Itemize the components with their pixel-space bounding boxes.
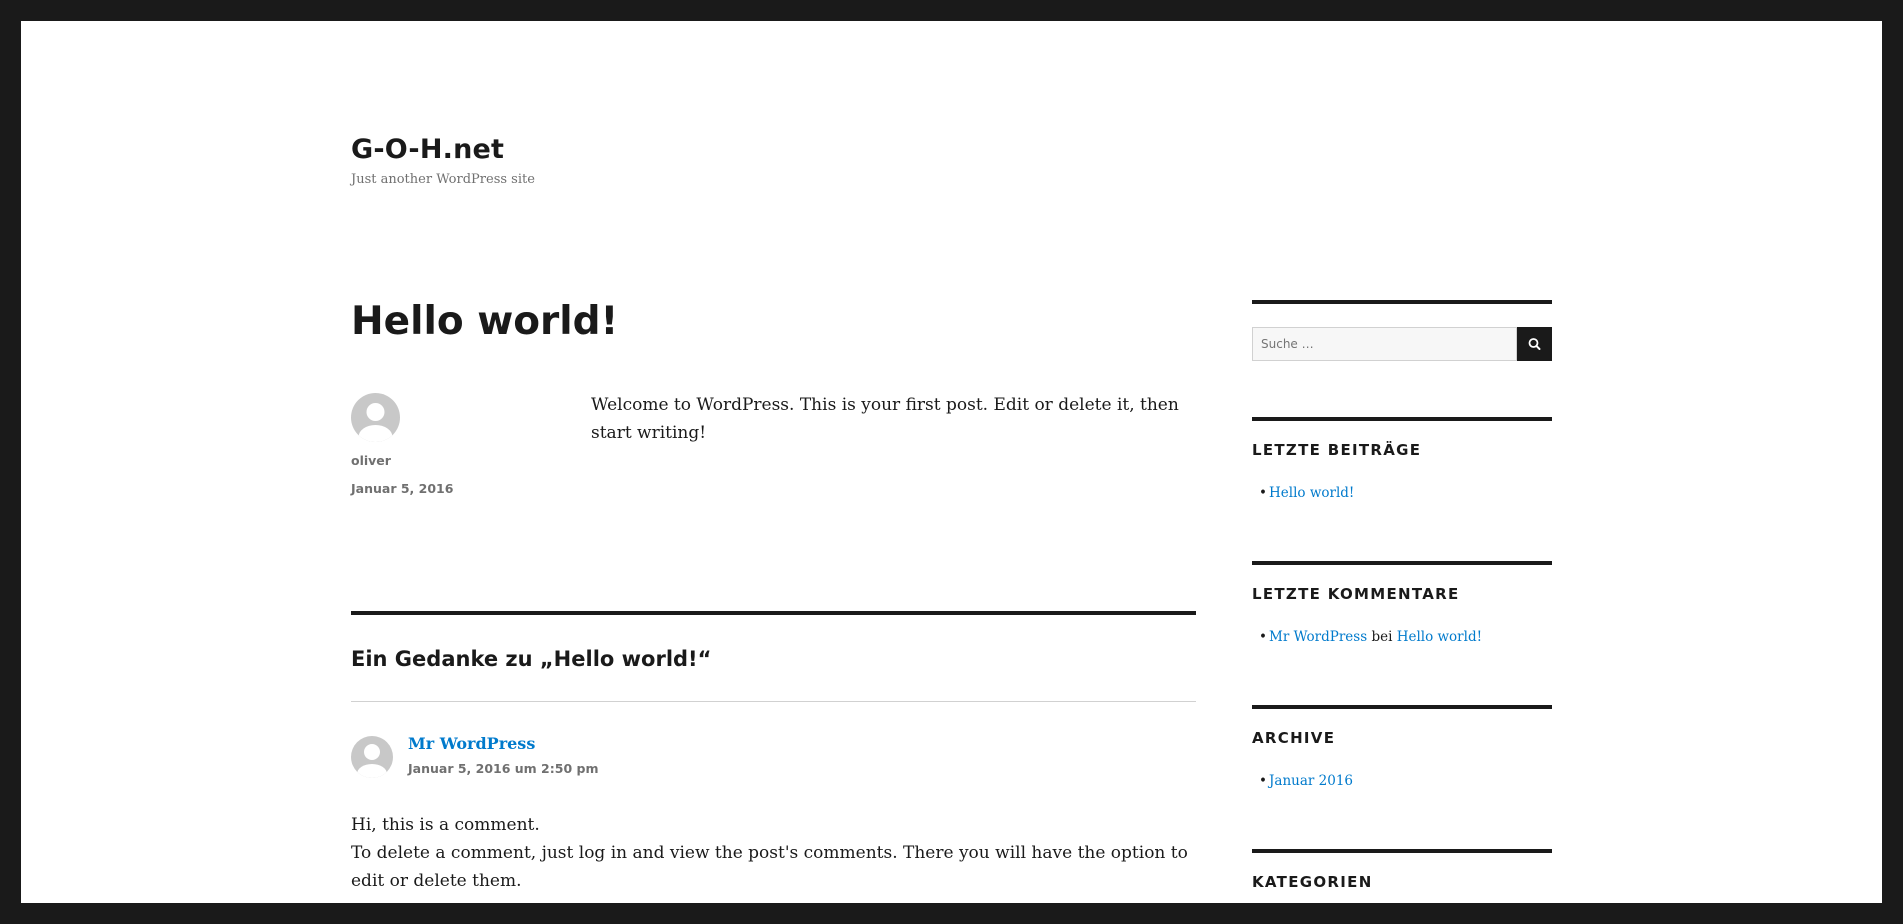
list-bullet: •: [1259, 773, 1267, 789]
widget-divider: [1252, 849, 1552, 853]
widget-divider: [1252, 561, 1552, 565]
comment-line: To delete a comment, just log in and vie…: [351, 843, 1188, 891]
search-form: [1252, 327, 1552, 361]
post-date[interactable]: Januar 5, 2016: [351, 481, 453, 496]
avatar-person-icon: [358, 403, 393, 442]
post-title: Hello world!: [351, 299, 619, 344]
archive-title: ARCHIVE: [1252, 729, 1336, 747]
comments-title: Ein Gedanke zu „Hello world!“: [351, 647, 712, 671]
recent-post-link[interactable]: Hello world!: [1269, 485, 1354, 501]
comment-author-link[interactable]: Mr WordPress: [408, 734, 535, 753]
site-tagline: Just another WordPress site: [351, 172, 535, 187]
archive-link[interactable]: Januar 2016: [1269, 773, 1353, 789]
search-icon: [1528, 338, 1541, 350]
search-button[interactable]: [1517, 327, 1552, 361]
comment-line: Hi, this is a comment.: [351, 815, 540, 835]
post-author[interactable]: oliver: [351, 453, 391, 468]
widget-divider: [1252, 417, 1552, 421]
comments-title-divider: [351, 701, 1196, 702]
widget-divider: [1252, 300, 1552, 304]
post-content: Welcome to WordPress. This is your first…: [591, 395, 1179, 443]
site-title[interactable]: G-O-H.net: [351, 134, 504, 165]
comments-divider: [351, 611, 1196, 615]
comment-avatar[interactable]: [351, 736, 393, 778]
recent-comment-author-link[interactable]: Mr WordPress: [1269, 629, 1367, 645]
widget-divider: [1252, 705, 1552, 709]
avatar-person-icon: [357, 744, 387, 778]
recent-comment-post-link[interactable]: Hello world!: [1397, 629, 1482, 645]
page: G-O-H.net Just another WordPress site He…: [21, 21, 1882, 903]
recent-comment-connector: bei: [1371, 629, 1393, 645]
comment-date[interactable]: Januar 5, 2016 um 2:50 pm: [408, 761, 598, 776]
comment-content: Hi, this is a comment. To delete a comme…: [351, 811, 1196, 895]
list-bullet: •: [1259, 485, 1267, 501]
categories-title: KATEGORIEN: [1252, 873, 1373, 891]
author-avatar[interactable]: [351, 393, 400, 442]
recent-posts-title: LETZTE BEITRÄGE: [1252, 441, 1422, 459]
list-bullet: •: [1259, 629, 1267, 645]
recent-comments-title: LETZTE KOMMENTARE: [1252, 585, 1460, 603]
search-input[interactable]: [1252, 327, 1517, 361]
